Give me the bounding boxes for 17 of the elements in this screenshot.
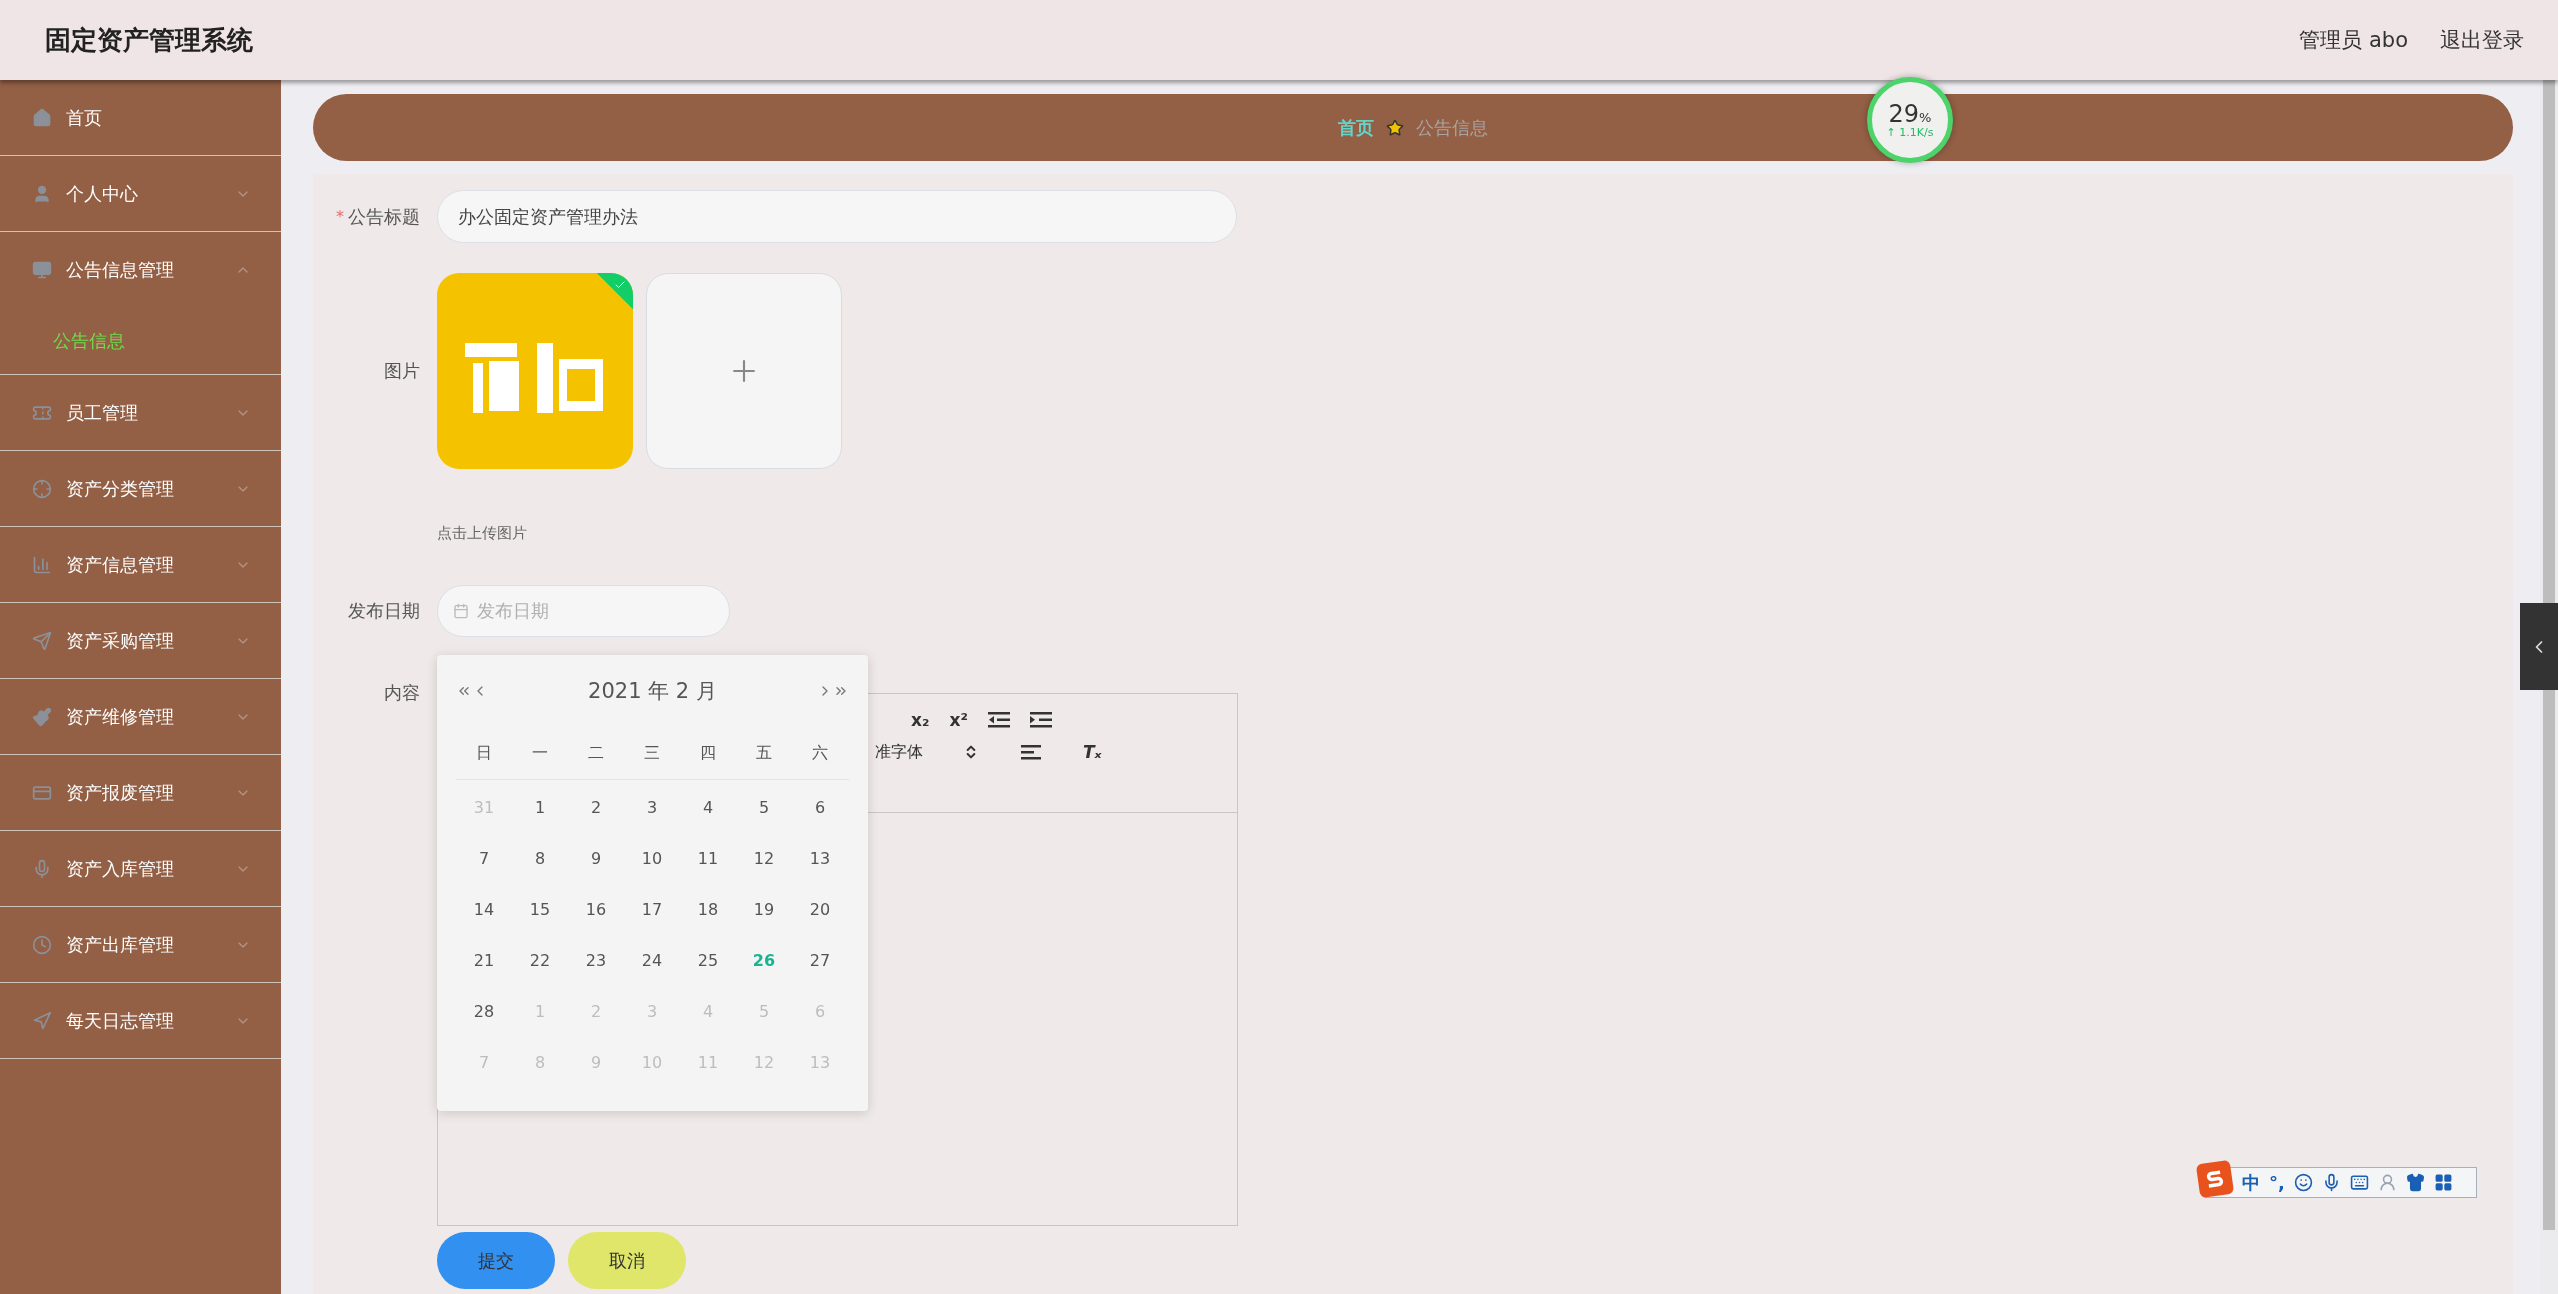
weekday-label: 二 (587, 741, 605, 764)
weekday-label: 六 (811, 741, 829, 764)
upload-hint: 点击上传图片 (437, 524, 528, 543)
field-label: 公告标题 (348, 204, 420, 229)
required-mark: * (336, 207, 344, 226)
weekday-label: 一 (531, 741, 549, 764)
weekday-label: 三 (643, 741, 661, 764)
weekday-label: 四 (699, 741, 717, 764)
field-label: 内容 (383, 681, 420, 705)
weekday-label: 日 (475, 741, 493, 764)
app-title: 固定资产管理系统 (45, 23, 254, 57)
percent-text: 29% (1888, 101, 1932, 126)
field-label: 图片 (383, 359, 420, 383)
field-label: 发布日期 (347, 599, 420, 623)
speed-text: ↑ 1.1K/s (1886, 125, 1934, 139)
user-name: 管理员 abo (2299, 27, 2408, 54)
weekday-label: 五 (755, 741, 773, 764)
